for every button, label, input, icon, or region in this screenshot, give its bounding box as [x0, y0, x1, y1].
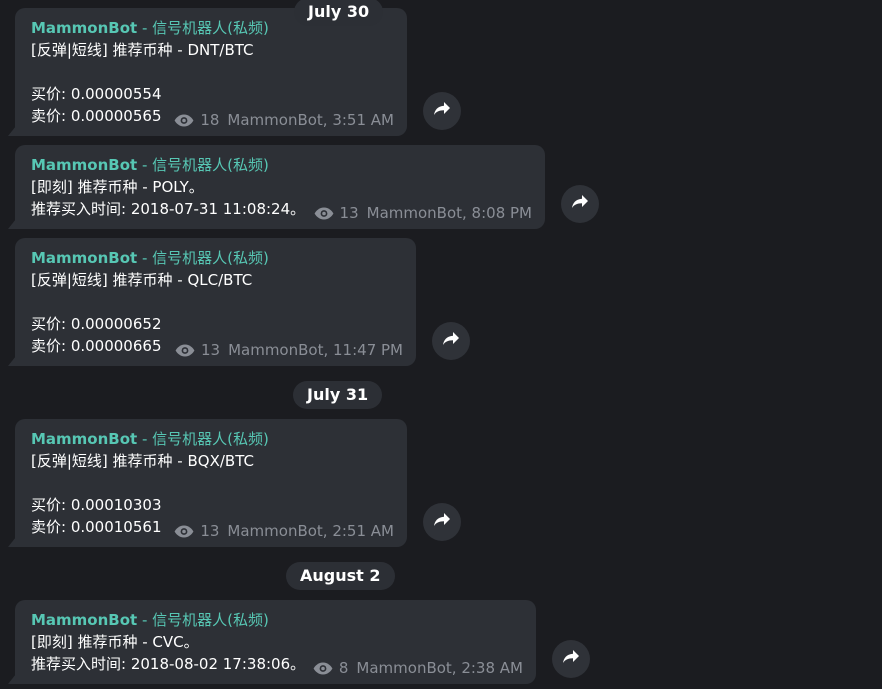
message-author[interactable]: MammonBot - 信号机器人(私频) [31, 247, 402, 269]
date-separator: July 31 [293, 381, 383, 409]
message-text [31, 472, 393, 494]
message-meta: 13 MammonBot, 2:51 AM [174, 520, 394, 542]
view-count: 13 [339, 204, 359, 222]
author-name: MammonBot [31, 156, 138, 174]
eye-icon [313, 662, 333, 675]
message-meta: 8 MammonBot, 2:38 AM [313, 657, 523, 679]
message-bubble[interactable]: MammonBot - 信号机器人(私频) [即刻] 推荐币种 - POLY。 … [15, 145, 545, 229]
share-arrow-icon [433, 101, 451, 121]
message-author[interactable]: MammonBot - 信号机器人(私频) [31, 428, 393, 450]
eye-icon [175, 344, 195, 357]
message-meta: 13 MammonBot, 8:08 PM [314, 202, 532, 224]
message-meta: 18 MammonBot, 3:51 AM [174, 109, 394, 131]
view-count: 13 [200, 341, 221, 359]
message-text: [即刻] 推荐币种 - CVC。 [31, 633, 199, 651]
forward-button[interactable] [552, 640, 590, 678]
date-separator: August 2 [286, 562, 395, 590]
author-name: MammonBot [31, 430, 138, 448]
share-arrow-icon [571, 194, 589, 214]
eye-icon [314, 207, 334, 220]
forward-button[interactable] [423, 92, 461, 130]
message-text [31, 61, 393, 83]
message-text: [反弹|短线] 推荐币种 - BQX/BTC [31, 452, 254, 470]
message-signature: MammonBot, 2:38 AM [356, 659, 523, 677]
message-signature: MammonBot, 8:08 PM [366, 204, 532, 222]
message-author[interactable]: MammonBot - 信号机器人(私频) [31, 154, 531, 176]
message-text [31, 291, 402, 313]
message-bubble[interactable]: MammonBot - 信号机器人(私频) [反弹|短线] 推荐币种 - DNT… [15, 8, 407, 136]
author-name: MammonBot [31, 611, 138, 629]
eye-icon [174, 525, 194, 538]
message-signature: MammonBot, 11:47 PM [228, 341, 403, 359]
message-bubble[interactable]: MammonBot - 信号机器人(私频) [即刻] 推荐币种 - CVC。 推… [15, 600, 536, 684]
message-author[interactable]: MammonBot - 信号机器人(私频) [31, 609, 522, 631]
author-name: MammonBot [31, 19, 138, 37]
message-signature: MammonBot, 3:51 AM [227, 111, 394, 129]
message-bubble[interactable]: MammonBot - 信号机器人(私频) [反弹|短线] 推荐币种 - QLC… [15, 238, 416, 366]
forward-button[interactable] [561, 185, 599, 223]
message-signature: MammonBot, 2:51 AM [227, 522, 394, 540]
message-text: [反弹|短线] 推荐币种 - DNT/BTC [31, 41, 254, 59]
message-text: 买价: 0.00010303 [31, 496, 162, 514]
share-arrow-icon [433, 512, 451, 532]
message-text: [反弹|短线] 推荐币种 - QLC/BTC [31, 271, 253, 289]
forward-button[interactable] [423, 503, 461, 541]
share-arrow-icon [442, 331, 460, 351]
view-count: 8 [338, 659, 349, 677]
share-arrow-icon [562, 649, 580, 669]
message-text: 买价: 0.00000554 [31, 85, 162, 103]
view-count: 18 [200, 111, 220, 129]
author-name: MammonBot [31, 249, 138, 267]
date-separator: July 30 [294, 0, 384, 26]
message-text: 买价: 0.00000652 [31, 315, 162, 333]
eye-icon [174, 114, 194, 127]
message-meta: 13 MammonBot, 11:47 PM [175, 339, 403, 361]
forward-button[interactable] [432, 322, 470, 360]
view-count: 13 [200, 522, 220, 540]
message-bubble[interactable]: MammonBot - 信号机器人(私频) [反弹|短线] 推荐币种 - BQX… [15, 419, 407, 547]
message-text: [即刻] 推荐币种 - POLY。 [31, 178, 204, 196]
